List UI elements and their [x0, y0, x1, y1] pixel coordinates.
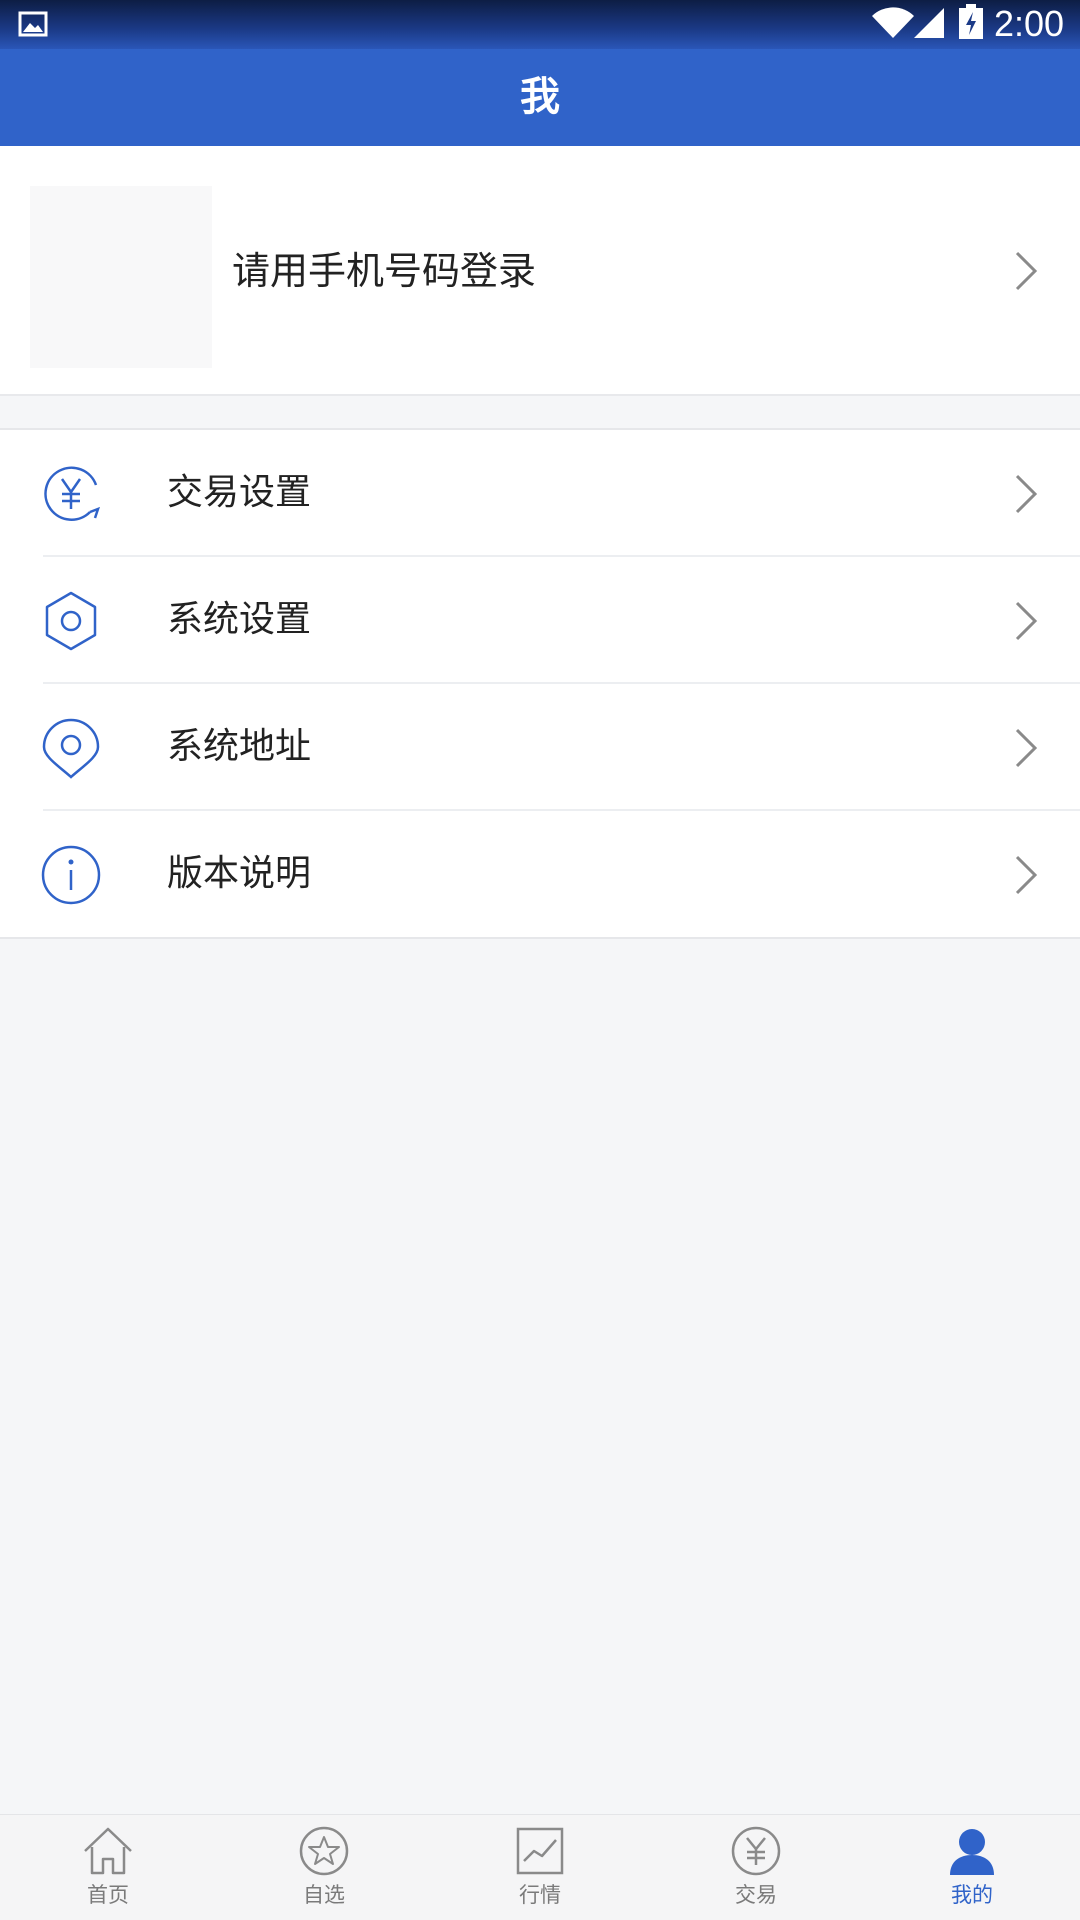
page-title: 我: [520, 74, 560, 120]
bottom-tab-bar: 首页 自选 行情 交易 我的: [0, 1814, 1080, 1920]
menu-item-label: 系统设置: [167, 599, 312, 640]
tab-label: 我的: [951, 1883, 993, 1907]
title-bar: 我: [0, 49, 1080, 146]
home-icon: [84, 1827, 132, 1875]
star-circle-icon: [299, 1826, 349, 1876]
menu-item-version-info[interactable]: 版本说明: [0, 811, 1080, 938]
menu-item-label: 交易设置: [167, 472, 312, 513]
tab-label: 自选: [303, 1883, 345, 1907]
chart-line-icon: [516, 1827, 564, 1875]
gallery-icon: [18, 11, 48, 37]
chevron-right-icon: [1015, 251, 1038, 291]
battery-charging-icon: [959, 4, 983, 39]
user-icon: [950, 1829, 994, 1875]
tab-mine[interactable]: 我的: [864, 1815, 1080, 1920]
chevron-right-icon: [1015, 474, 1038, 514]
tab-label: 首页: [87, 1883, 129, 1907]
status-time: 2:00: [994, 3, 1065, 44]
tab-trade[interactable]: 交易: [648, 1815, 864, 1920]
menu-item-system-address[interactable]: 系统地址: [0, 684, 1080, 811]
login-label: 请用手机号码登录: [232, 249, 537, 293]
menu-item-system-settings[interactable]: 系统设置: [0, 557, 1080, 684]
tab-watchlist[interactable]: 自选: [216, 1815, 432, 1920]
avatar-placeholder[interactable]: [30, 186, 212, 368]
chevron-right-icon: [1015, 855, 1038, 895]
signal-icon: [914, 8, 944, 38]
tab-market[interactable]: 行情: [432, 1815, 648, 1920]
tab-label: 行情: [519, 1883, 561, 1907]
menu-item-trade-settings[interactable]: 交易设置: [0, 430, 1080, 557]
menu-item-label: 系统地址: [167, 726, 312, 767]
chevron-right-icon: [1015, 728, 1038, 768]
wifi-icon: [872, 7, 914, 38]
yuan-exchange-icon: [44, 466, 101, 521]
status-bar: 2:00: [0, 0, 1080, 49]
chevron-right-icon: [1015, 601, 1038, 641]
info-icon: [41, 845, 101, 905]
yuan-circle-icon: [731, 1826, 781, 1876]
tab-home[interactable]: 首页: [0, 1815, 216, 1920]
login-row[interactable]: 请用手机号码登录: [0, 146, 1080, 396]
settings-menu: 交易设置 系统设置 系统地址 版本说明: [0, 428, 1080, 939]
gear-icon: [45, 591, 97, 651]
tab-label: 交易: [735, 1883, 777, 1907]
menu-item-label: 版本说明: [167, 853, 312, 894]
location-pin-icon: [42, 718, 100, 779]
